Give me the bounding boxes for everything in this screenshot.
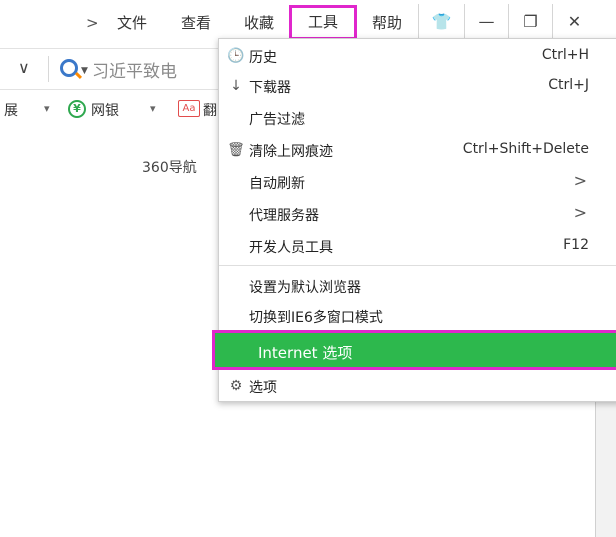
search-icon[interactable] <box>60 59 78 77</box>
menu-item-history[interactable]: 🕒 历史 Ctrl+H <box>219 41 616 71</box>
menu-item-label: 下载器 <box>249 80 291 96</box>
menu-item-shortcut: Ctrl+Shift+Delete <box>462 141 589 157</box>
menu-item-label: 历史 <box>249 50 277 66</box>
menu-item-shortcut: Ctrl+H <box>541 47 589 63</box>
close-icon[interactable]: ✕ <box>552 4 596 38</box>
browser-window: { "menubar": { "chevron": ">", "items": … <box>0 0 616 537</box>
chevron-down-icon[interactable]: ∨ <box>18 58 30 77</box>
dropdown-arrow-icon[interactable]: ▾ <box>44 102 50 115</box>
menu-item-label: 代理服务器 <box>249 208 319 224</box>
divider <box>48 56 49 82</box>
caret-down-icon[interactable]: ▼ <box>81 66 88 76</box>
menu-separator <box>219 265 616 266</box>
download-icon: ↓ <box>230 78 242 94</box>
menu-item-ie6-mode[interactable]: 切换到IE6多窗口模式 <box>219 301 616 331</box>
search-input[interactable]: 习近平致电 <box>92 57 177 82</box>
clock-icon: 🕒 <box>227 48 245 64</box>
menu-item-label: 选项 <box>249 380 277 396</box>
menu-item-clear-history[interactable]: 🗑 清除上网痕迹 Ctrl+Shift+Delete <box>219 135 616 165</box>
menu-help[interactable]: 帮助 <box>372 11 402 37</box>
dropdown-arrow-icon[interactable]: ▾ <box>150 102 156 115</box>
menu-item-label: 设置为默认浏览器 <box>249 280 361 296</box>
menu-item-label: 广告过滤 <box>249 112 305 128</box>
menu-item-label: 自动刷新 <box>249 176 305 192</box>
gear-icon: ⚙ <box>229 378 243 394</box>
restore-icon[interactable]: ❐ <box>508 4 552 38</box>
menu-item-label: 清除上网痕迹 <box>249 144 333 160</box>
window-controls: 👕 — ❐ ✕ <box>418 4 616 38</box>
bookmark-extensions[interactable]: 展 <box>4 100 18 120</box>
menu-item-internet-options[interactable]: Internet 选项 <box>212 330 616 370</box>
menu-item-label: Internet 选项 <box>258 344 353 362</box>
menu-item-label: 开发人员工具 <box>249 240 333 256</box>
menu-tools[interactable]: 工具 <box>289 5 357 40</box>
menu-item-set-default[interactable]: 设置为默认浏览器 <box>219 271 616 301</box>
menu-favorites[interactable]: 收藏 <box>244 11 274 37</box>
page-nav-title: 360导航 <box>142 160 197 176</box>
menu-item-proxy[interactable]: 代理服务器 > <box>219 199 616 229</box>
menu-item-options[interactable]: ⚙ 选项 <box>219 371 616 401</box>
menu-item-auto-refresh[interactable]: 自动刷新 > <box>219 167 616 197</box>
menu-item-shortcut: Ctrl+J <box>548 77 589 93</box>
bookmark-translate[interactable]: 翻 <box>203 100 217 120</box>
chevron-right-icon: > <box>573 171 587 190</box>
chevron-right-icon: > <box>573 203 587 222</box>
yen-icon: ¥ <box>68 100 86 118</box>
trash-icon: 🗑 <box>227 142 245 158</box>
menu-item-downloader[interactable]: ↓ 下载器 Ctrl+J <box>219 71 616 101</box>
menu-item-shortcut: F12 <box>563 237 589 253</box>
shirt-icon[interactable]: 👕 <box>418 4 464 38</box>
menu-file[interactable]: 文件 <box>117 11 147 37</box>
menu-view[interactable]: 查看 <box>181 11 211 37</box>
menu-item-dev-tools[interactable]: 开发人员工具 F12 <box>219 231 616 261</box>
minimize-icon[interactable]: — <box>464 4 508 38</box>
bookmark-bank[interactable]: 网银 <box>91 100 119 120</box>
menu-item-ad-filter[interactable]: 广告过滤 <box>219 103 616 133</box>
translate-icon[interactable]: Aa <box>178 100 200 117</box>
chevron-right-icon[interactable]: > <box>86 11 99 37</box>
menu-item-label: 切换到IE6多窗口模式 <box>249 310 383 326</box>
